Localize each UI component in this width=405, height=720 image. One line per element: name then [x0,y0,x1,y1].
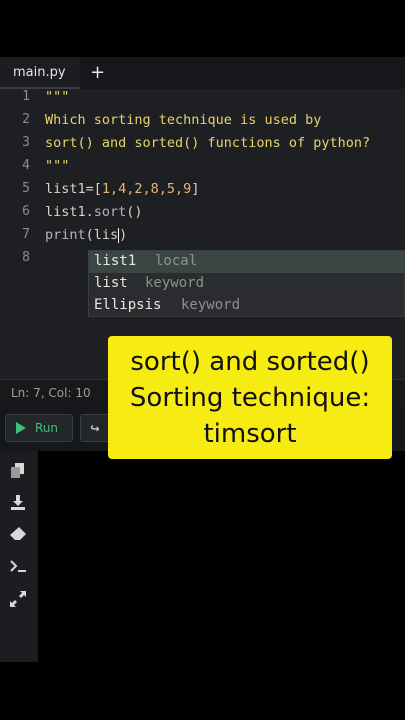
expand-icon[interactable] [9,591,27,609]
autocomplete-kind: keyword [181,297,241,313]
autocomplete-kind: local [155,253,198,269]
cursor-position: Ln: 7, Col: 10 [11,386,91,400]
autocomplete-item[interactable]: list1 local [89,251,405,273]
line-number: 7 [22,227,30,242]
code-token: ( [85,227,94,243]
terminal-icon[interactable] [9,559,27,577]
console-output[interactable] [38,451,405,662]
code-line-6: list1.sort() [45,204,143,220]
download-icon[interactable] [9,495,27,513]
copy-icon[interactable] [9,463,27,481]
line-number: 1 [22,89,30,104]
add-tab-icon[interactable]: + [90,62,105,83]
line-number: 8 [22,250,30,265]
autocomplete-popup: list1 local list keyword Ellipsis keywor… [88,250,405,317]
autocomplete-name: list [94,275,128,291]
tab-bar: main.py + [0,57,405,89]
console-sidebar [0,451,38,662]
line-number: 4 [22,158,30,173]
tab-label: main.py [13,65,66,80]
caption-line-3: timsort [203,419,297,449]
code-token: list1=[ [45,181,102,197]
caption-line-1: sort() and sorted() [130,347,370,377]
line-number: 5 [22,181,30,196]
tab-main-py[interactable]: main.py [0,57,80,89]
caption-line-2: Sorting technique: [129,383,371,413]
code-line-3: sort() and sorted() functions of python? [45,135,371,151]
autocomplete-name: list1 [94,253,137,269]
code-line-7: print(lis) [45,227,127,243]
line-number: 2 [22,112,30,127]
run-button[interactable]: Run [5,414,73,442]
code-token: list1. [45,204,94,220]
code-token: () [126,204,143,220]
play-icon [16,422,26,434]
code-token-numbers: 1,4,2,8,5,9 [101,181,192,197]
run-label: Run [35,421,59,435]
autocomplete-kind: keyword [145,275,205,291]
code-line-5: list1=[1,4,2,8,5,9] [45,181,199,197]
code-token-function: print [45,227,86,243]
code-line-2: Which sorting technique is used by [45,112,322,128]
code-line-4: """ [45,158,70,174]
code-token-method: sort [93,204,127,220]
share-icon[interactable]: ↪ [80,414,110,442]
line-number: 3 [22,135,30,150]
autocomplete-item[interactable]: Ellipsis keyword [89,295,405,317]
line-number: 6 [22,204,30,219]
code-token: lis [93,227,119,243]
autocomplete-item[interactable]: list keyword [89,273,405,295]
line-gutter: 1 2 3 4 5 6 7 8 [0,89,40,379]
caption-overlay: sort() and sorted() Sorting technique: t… [108,336,392,459]
autocomplete-name: Ellipsis [94,297,162,313]
eraser-icon[interactable] [9,527,27,545]
code-token: ] [191,181,200,197]
code-token: ) [119,227,128,243]
code-line-1: """ [45,89,70,105]
